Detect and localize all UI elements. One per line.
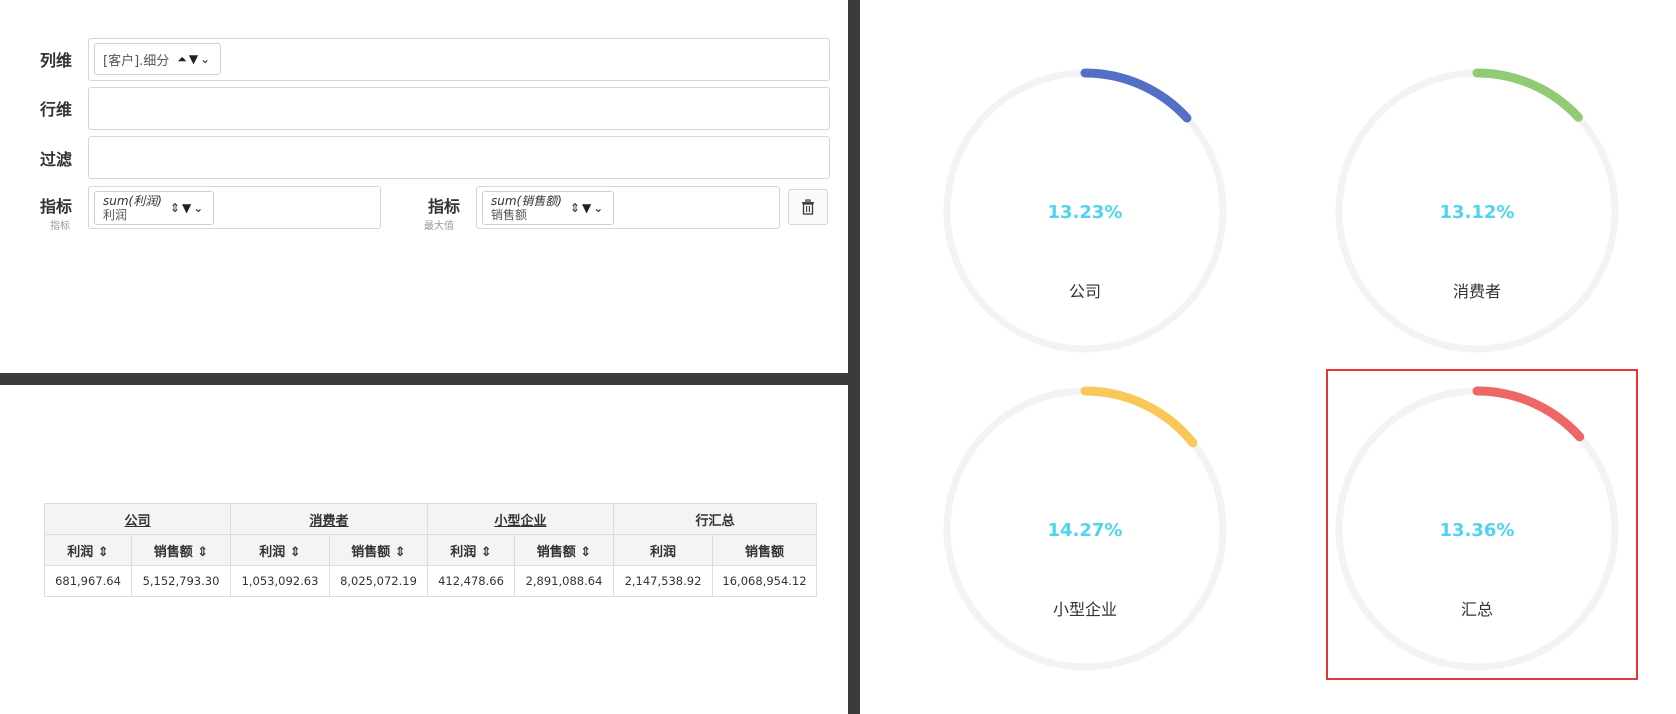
column-pill-controls[interactable]: ⏶▼⌄ (177, 52, 212, 67)
table-cell: 2,891,088.64 (514, 565, 614, 597)
gauge-percent: 14.27% (1047, 520, 1123, 541)
filter-label: 过滤 (40, 150, 73, 169)
gauge-chart-panel: 13.23% 公司 13.12% 消费者 14.27% 小型企业 13.36% … (860, 0, 1676, 714)
trash-icon (802, 199, 814, 215)
pivot-table: 公司 消费者 小型企业 行汇总 利润 ⇕ 销售额 ⇕ 利润 ⇕ 销售额 ⇕ 利润… (44, 503, 817, 597)
sort-header[interactable]: 销售额 ⇕ (131, 534, 231, 566)
vertical-divider[interactable] (848, 0, 860, 714)
group-header[interactable]: 小型企业 (427, 503, 614, 535)
pivot-table-panel: 公司 消费者 小型企业 行汇总 利润 ⇕ 销售额 ⇕ 利润 ⇕ 销售额 ⇕ 利润… (0, 385, 848, 714)
table-cell: 8,025,072.19 (329, 565, 428, 597)
group-header[interactable]: 消费者 (230, 503, 428, 535)
metric2-pill[interactable]: sum(销售额) 销售额 ⇕▼⌄ (482, 191, 615, 225)
metric1-agg: sum(利润) (103, 194, 162, 208)
column-pill-text: [客户].细分 (103, 53, 170, 69)
metric2-agg: sum(销售额) (491, 194, 562, 208)
metric2-field: 销售额 (491, 208, 528, 222)
rows-dropzone[interactable] (88, 87, 830, 130)
gauge-arc (1472, 68, 1583, 122)
gauge-label: 小型企业 (1052, 600, 1117, 619)
metric1-label: 指标 (40, 197, 73, 216)
column-header: 利润 (613, 534, 713, 566)
gauge-percent: 13.12% (1439, 202, 1515, 223)
gauge-small-business[interactable]: 14.27% 小型企业 (940, 384, 1230, 674)
gauge-label: 消费者 (1452, 282, 1501, 301)
sort-header[interactable]: 利润 ⇕ (44, 534, 132, 566)
table-row: 681,967.64 5,152,793.30 1,053,092.63 8,0… (44, 565, 817, 597)
group-header[interactable]: 公司 (44, 503, 231, 535)
metric1-dropzone[interactable]: sum(利润) 利润 ⇕▼⌄ (88, 186, 381, 229)
gauge-consumer[interactable]: 13.12% 消费者 (1332, 66, 1622, 356)
gauge-company[interactable]: 13.23% 公司 (940, 66, 1230, 356)
table-cell: 2,147,538.92 (613, 565, 713, 597)
sort-header[interactable]: 销售额 ⇕ (514, 534, 614, 566)
metric1-controls[interactable]: ⇕▼⌄ (170, 201, 205, 215)
group-header-total: 行汇总 (613, 503, 817, 535)
gauge-arc (1080, 68, 1192, 123)
table-group-header-row: 公司 消费者 小型企业 行汇总 (44, 503, 817, 535)
sort-header[interactable]: 利润 ⇕ (427, 534, 515, 566)
horizontal-divider[interactable] (0, 373, 848, 385)
table-subheader-row: 利润 ⇕ 销售额 ⇕ 利润 ⇕ 销售额 ⇕ 利润 ⇕ 销售额 ⇕ 利润 销售额 (44, 534, 817, 566)
sort-header[interactable]: 利润 ⇕ (230, 534, 330, 566)
table-cell: 16,068,954.12 (712, 565, 817, 597)
table-cell: 681,967.64 (44, 565, 132, 597)
metric1-pill[interactable]: sum(利润) 利润 ⇕▼⌄ (94, 191, 215, 225)
columns-dropzone[interactable]: [客户].细分 ⏶▼⌄ (88, 38, 830, 81)
gauge-arc (1080, 386, 1198, 448)
metric2-sublabel: 最大值 (424, 221, 454, 232)
metric2-controls[interactable]: ⇕▼⌄ (570, 201, 605, 215)
metric2-dropzone[interactable]: sum(销售额) 销售额 ⇕▼⌄ (476, 186, 780, 229)
column-header: 销售额 (712, 534, 817, 566)
metric1-sublabel: 指标 (50, 221, 70, 232)
sort-header[interactable]: 销售额 ⇕ (329, 534, 428, 566)
config-panel: 列维 [客户].细分 ⏶▼⌄ 行维 过滤 指标 指标 sum(利润) 利润 ⇕▼… (0, 0, 848, 373)
gauge-percent: 13.23% (1047, 202, 1123, 223)
gauge-label: 公司 (1068, 282, 1101, 301)
delete-metric-button[interactable] (788, 189, 828, 225)
table-cell: 1,053,092.63 (230, 565, 330, 597)
column-dimension-pill[interactable]: [客户].细分 ⏶▼⌄ (94, 43, 222, 75)
metric2-label: 指标 (428, 197, 461, 216)
columns-label: 列维 (40, 51, 73, 70)
filter-dropzone[interactable] (88, 136, 830, 179)
metric1-field: 利润 (103, 208, 128, 222)
table-cell: 412,478.66 (427, 565, 515, 597)
rows-label: 行维 (40, 100, 73, 119)
table-cell: 5,152,793.30 (131, 565, 231, 597)
selection-highlight (1326, 369, 1638, 680)
